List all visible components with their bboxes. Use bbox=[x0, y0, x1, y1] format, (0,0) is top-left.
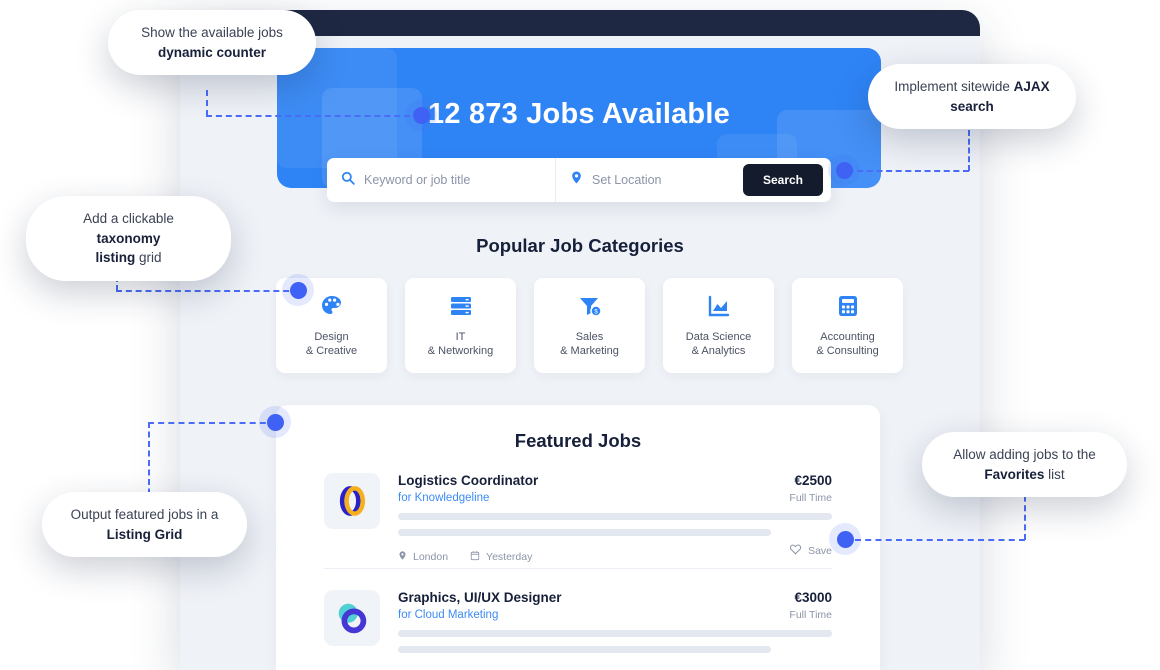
categories-section-title: Popular Job Categories bbox=[476, 235, 684, 256]
callout-taxonomy-listing: Add a clickable taxonomy listing grid bbox=[26, 196, 231, 281]
job-list-item[interactable]: Graphics, UI/UX Designer for Cloud Marke… bbox=[324, 590, 832, 653]
callout-line2-bold: Favorites bbox=[984, 466, 1045, 482]
job-type: Full Time bbox=[789, 492, 832, 504]
callout-line1: Output featured jobs in a bbox=[70, 507, 219, 522]
job-meta: London Yesterday bbox=[398, 550, 832, 564]
hotspot-dot-favorites[interactable] bbox=[829, 523, 861, 555]
server-icon bbox=[448, 293, 474, 319]
callout-listing-grid: Output featured jobs in a Listing Grid bbox=[42, 492, 247, 558]
callout-line2-bold: listing bbox=[95, 250, 136, 266]
connector-line-counter bbox=[206, 115, 420, 117]
callout-line2-bold: Listing Grid bbox=[106, 526, 183, 542]
calculator-icon bbox=[835, 293, 861, 319]
callout-ajax-search: Implement sitewide AJAX search bbox=[868, 64, 1076, 130]
map-pin-icon bbox=[570, 170, 583, 190]
category-card-label: IT & Networking bbox=[428, 331, 493, 359]
callout-line1: Implement sitewide bbox=[894, 79, 1014, 94]
job-type: Full Time bbox=[789, 609, 832, 621]
featured-jobs-title: Featured Jobs bbox=[514, 430, 642, 451]
screenshot-root: 12 873 Jobs Available Keyword or job tit… bbox=[0, 0, 1160, 670]
category-card-accounting[interactable]: Accounting & Consulting bbox=[792, 278, 903, 373]
heart-icon bbox=[789, 543, 802, 558]
category-card-label: Design & Creative bbox=[306, 331, 357, 359]
category-label-line2: & Analytics bbox=[691, 344, 746, 357]
callout-line1-bold: AJAX bbox=[1013, 79, 1050, 94]
funnel-coin-icon: $ bbox=[577, 293, 603, 319]
category-label-line1: Accounting bbox=[820, 330, 875, 343]
callout-line2-tail: list bbox=[1044, 466, 1065, 482]
browser-window-mock: 12 873 Jobs Available Keyword or job tit… bbox=[180, 10, 980, 670]
callout-line1: Show the available jobs bbox=[141, 25, 283, 40]
job-date: Yesterday bbox=[470, 550, 532, 564]
connector-line-ajax bbox=[968, 130, 970, 171]
callout-line2-bold: dynamic counter bbox=[157, 44, 267, 60]
hotspot-dot-category[interactable] bbox=[282, 274, 314, 306]
hotspot-dot-listing[interactable] bbox=[259, 406, 291, 438]
category-label-line2: & Creative bbox=[305, 344, 358, 357]
calendar-icon bbox=[470, 550, 480, 564]
keyword-input-placeholder: Keyword or job title bbox=[364, 173, 471, 187]
connector-line-favorites bbox=[855, 539, 1025, 541]
hotspot-dot-search[interactable] bbox=[828, 154, 860, 186]
featured-jobs-panel: Featured Jobs Logistics Coordinator for … bbox=[276, 405, 880, 670]
job-salary-block: €3000 Full Time bbox=[789, 590, 832, 621]
categories-grid: Design & Creative IT & Networking $ Sale… bbox=[276, 278, 903, 373]
category-card-label: Accounting & Consulting bbox=[816, 331, 878, 359]
location-input-placeholder: Set Location bbox=[592, 173, 662, 187]
connector-line-counter bbox=[206, 90, 208, 116]
location-input[interactable]: Set Location bbox=[555, 158, 735, 202]
callout-line1: Add a clickable bbox=[83, 211, 174, 226]
job-salary: €3000 bbox=[794, 590, 832, 605]
job-description-placeholder bbox=[398, 529, 772, 536]
job-details: Graphics, UI/UX Designer for Cloud Marke… bbox=[398, 590, 832, 653]
category-label-line1: Design bbox=[314, 330, 349, 343]
category-label-line1: Data Science bbox=[685, 330, 752, 343]
category-label-line2: & Marketing bbox=[560, 344, 619, 357]
category-card-data-science[interactable]: Data Science & Analytics bbox=[663, 278, 774, 373]
job-description-placeholder bbox=[398, 513, 832, 520]
company-logo-cloud-marketing bbox=[324, 590, 380, 646]
callout-favorites-list: Allow adding jobs to the Favorites list bbox=[922, 432, 1127, 498]
job-description-placeholder bbox=[398, 630, 832, 637]
callout-dynamic-counter: Show the available jobs dynamic counter bbox=[108, 10, 316, 76]
callout-line1: Allow adding jobs to the bbox=[953, 447, 1096, 462]
job-title[interactable]: Graphics, UI/UX Designer bbox=[398, 590, 832, 605]
company-logo-knowledgeline bbox=[324, 473, 380, 529]
search-button[interactable]: Search bbox=[743, 164, 823, 196]
category-card-label: Data Science & Analytics bbox=[686, 331, 751, 359]
job-list-divider bbox=[324, 568, 832, 569]
save-job-label: Save bbox=[808, 544, 832, 557]
category-label-line1: Sales bbox=[575, 330, 604, 343]
job-title[interactable]: Logistics Coordinator bbox=[398, 473, 832, 488]
save-job-button[interactable]: Save bbox=[789, 543, 832, 558]
job-description-placeholder bbox=[398, 646, 772, 653]
job-company[interactable]: for Knowledgeline bbox=[398, 492, 832, 504]
callout-line2-tail: grid bbox=[135, 250, 162, 266]
palette-icon bbox=[319, 293, 345, 319]
callout-line1-bold: taxonomy bbox=[96, 230, 161, 246]
job-date-label: Yesterday bbox=[486, 551, 533, 563]
connector-line-listing bbox=[148, 422, 276, 424]
job-salary-block: €2500 Full Time bbox=[789, 473, 832, 504]
job-salary: €2500 bbox=[794, 473, 832, 488]
connector-line-taxonomy bbox=[116, 290, 299, 292]
job-location-label: London bbox=[413, 551, 449, 563]
job-search-bar: Keyword or job title Set Location Search bbox=[327, 158, 831, 202]
map-pin-icon bbox=[398, 550, 407, 564]
category-card-it[interactable]: IT & Networking bbox=[405, 278, 516, 373]
job-company[interactable]: for Cloud Marketing bbox=[398, 609, 832, 621]
job-details: Logistics Coordinator for Knowledgeline … bbox=[398, 473, 832, 564]
category-card-label: Sales & Marketing bbox=[560, 331, 619, 359]
hotspot-dot-counter[interactable] bbox=[405, 99, 437, 131]
job-list-item[interactable]: Logistics Coordinator for Knowledgeline … bbox=[324, 473, 832, 564]
search-icon bbox=[341, 171, 355, 190]
category-card-sales[interactable]: $ Sales & Marketing bbox=[534, 278, 645, 373]
job-location: London bbox=[398, 550, 448, 564]
category-label-line2: & Consulting bbox=[816, 344, 879, 357]
category-label-line2: & Networking bbox=[427, 344, 494, 357]
callout-line2-bold: search bbox=[950, 98, 994, 114]
chart-icon bbox=[706, 293, 732, 319]
keyword-input[interactable]: Keyword or job title bbox=[327, 158, 555, 202]
category-label-line1: IT bbox=[455, 330, 466, 343]
